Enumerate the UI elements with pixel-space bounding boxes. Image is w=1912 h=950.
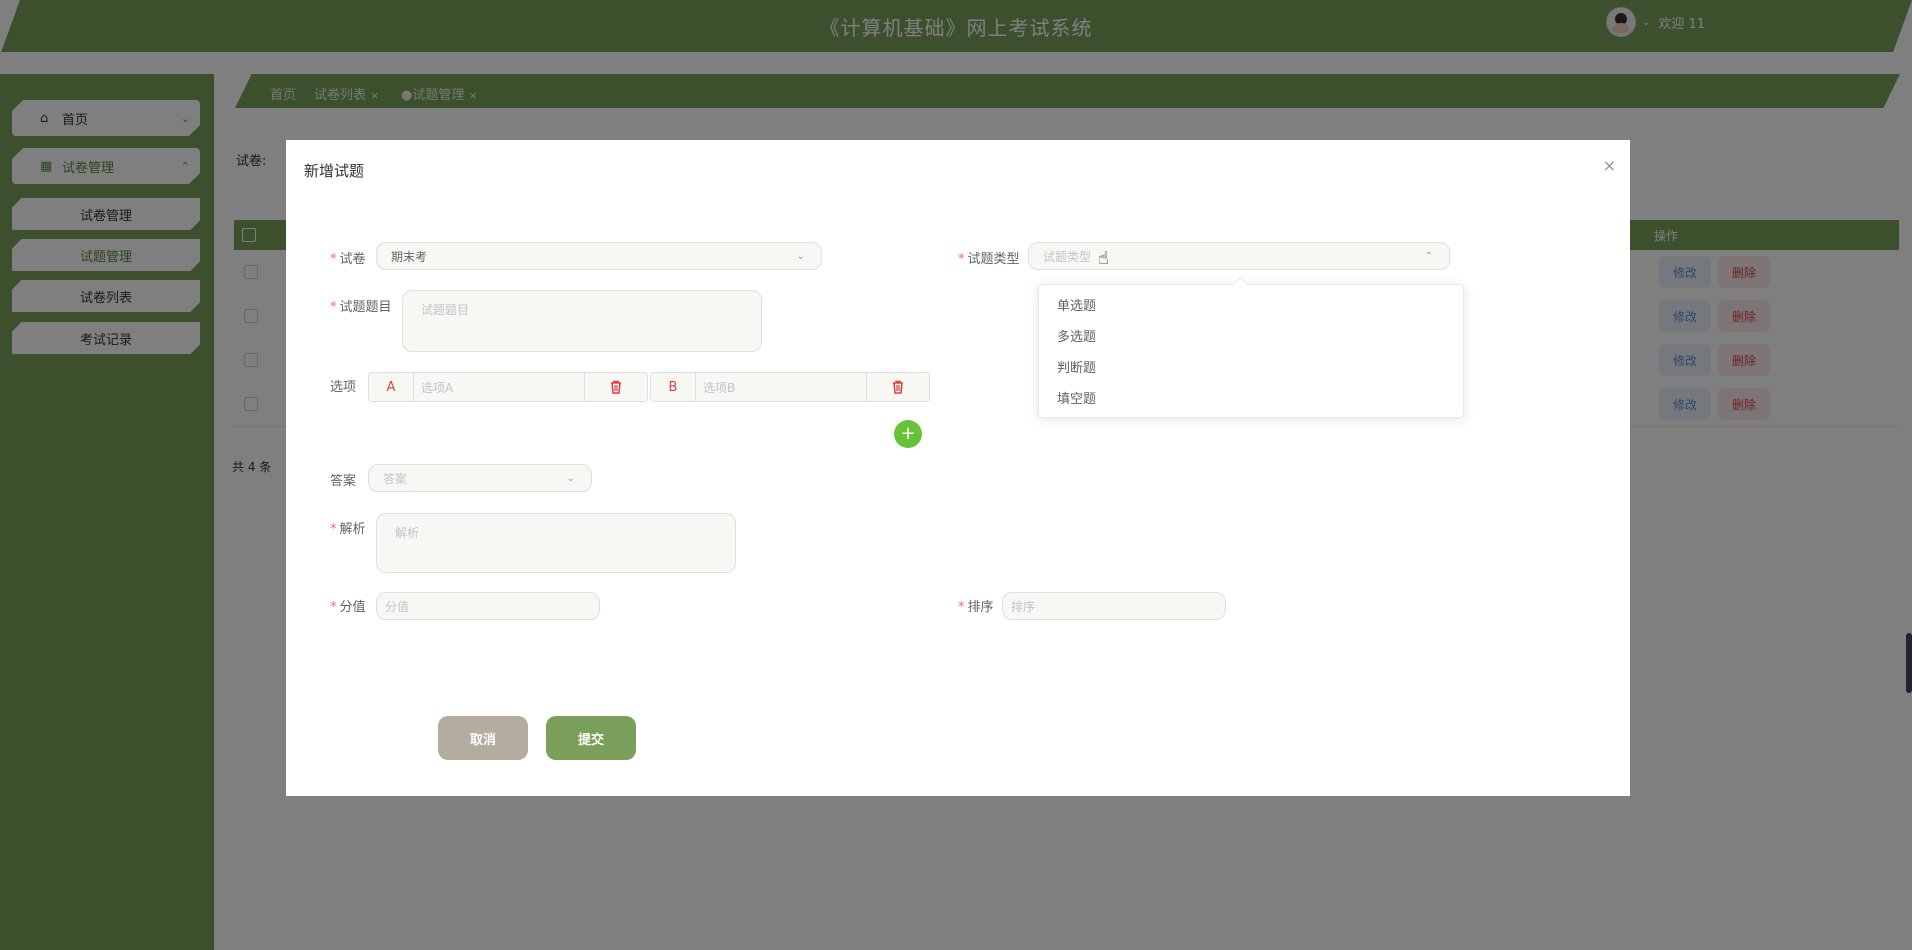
dropdown-option-true-false[interactable]: 判断题 <box>1057 357 1096 376</box>
analysis-placeholder: 解析 <box>395 526 420 540</box>
option-b-row: B 选项B <box>650 372 930 402</box>
question-title-placeholder: 试题题目 <box>421 303 470 317</box>
question-title-textarea[interactable]: 试题题目 <box>402 290 762 352</box>
hand-cursor-icon: ☝ <box>1098 248 1109 269</box>
submit-button[interactable]: 提交 <box>546 716 636 760</box>
answer-select[interactable]: 答案 ⌄ <box>368 464 592 492</box>
option-a-input[interactable]: 选项A <box>421 379 453 396</box>
chevron-up-icon: ⌃ <box>1424 250 1433 262</box>
answer-label: 答案 <box>330 474 357 489</box>
order-label: * 排序 <box>958 600 994 615</box>
add-option-button[interactable]: + <box>894 420 922 448</box>
paper-label: * 试卷 <box>330 252 366 267</box>
option-a-letter: A <box>369 373 414 401</box>
order-input[interactable]: 排序 <box>1002 592 1226 620</box>
question-title-label: * 试题题目 <box>330 300 392 315</box>
add-question-dialog: 新增试题 × * 试卷 期末考 ⌄ * 试题类型 试题类型 ⌃ 单选题 多选题 判断… <box>286 140 1630 796</box>
option-a-row: A 选项A <box>368 372 648 402</box>
score-input[interactable]: 分值 <box>376 592 600 620</box>
close-icon[interactable]: × <box>1603 156 1616 175</box>
dialog-title: 新增试题 <box>304 162 365 180</box>
trash-icon[interactable] <box>866 373 929 401</box>
chevron-down-icon: ⌄ <box>796 250 805 262</box>
paper-select[interactable]: 期末考 ⌄ <box>376 242 822 270</box>
score-label: * 分值 <box>330 600 366 615</box>
analysis-label: * 解析 <box>330 522 366 537</box>
score-placeholder: 分值 <box>385 599 410 614</box>
option-b-input[interactable]: 选项B <box>703 379 735 396</box>
dropdown-option-fill-blank[interactable]: 填空题 <box>1057 388 1096 407</box>
question-type-placeholder: 试题类型 <box>1043 249 1092 264</box>
question-type-label: * 试题类型 <box>958 252 1020 267</box>
dropdown-option-single-choice[interactable]: 单选题 <box>1057 295 1096 314</box>
paper-select-value: 期末考 <box>391 249 428 264</box>
trash-icon[interactable] <box>584 373 647 401</box>
option-b-letter: B <box>651 373 696 401</box>
analysis-textarea[interactable]: 解析 <box>376 513 736 573</box>
order-placeholder: 排序 <box>1011 599 1036 614</box>
question-type-dropdown: 单选题 多选题 判断题 填空题 <box>1038 284 1464 418</box>
dropdown-option-multiple-choice[interactable]: 多选题 <box>1057 326 1096 345</box>
question-type-select[interactable]: 试题类型 ⌃ <box>1028 242 1450 270</box>
chevron-down-icon: ⌄ <box>566 472 575 484</box>
answer-placeholder: 答案 <box>383 471 408 486</box>
options-label: 选项 <box>330 380 357 395</box>
cancel-button[interactable]: 取消 <box>438 716 528 760</box>
